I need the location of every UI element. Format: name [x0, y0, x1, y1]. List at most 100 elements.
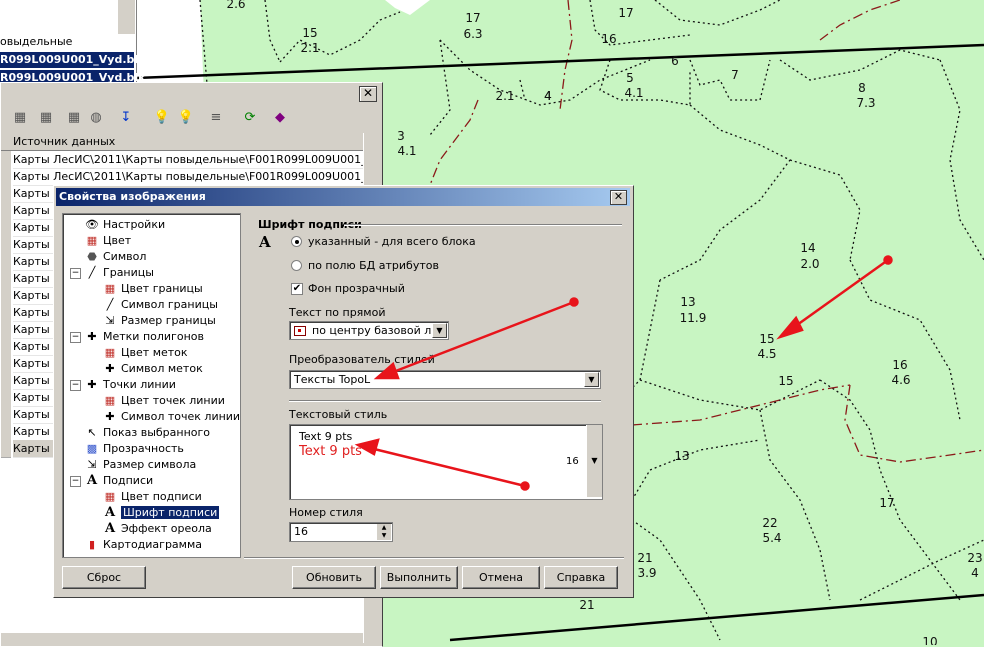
row-header[interactable]: [1, 185, 11, 203]
cross-icon: ✚: [105, 410, 115, 423]
tree-node[interactable]: ╱ Символ границы: [103, 297, 218, 313]
row-header[interactable]: [1, 372, 11, 390]
dialog-close-button[interactable]: ✕: [610, 190, 627, 205]
radio-specified[interactable]: [291, 236, 302, 247]
row-header[interactable]: [1, 321, 11, 339]
tree-expander[interactable]: −: [70, 476, 81, 487]
cancel-button[interactable]: Отмена: [462, 566, 540, 589]
text-style-preview[interactable]: Text 9 pts Text 9 pts 16 ▼: [289, 424, 603, 500]
row-header[interactable]: [1, 202, 11, 220]
text-style-dropdown-button[interactable]: ▼: [586, 425, 602, 497]
size-icon: ⇲: [87, 458, 97, 471]
tree-node[interactable]: ▦ Цвет меток: [103, 345, 188, 361]
radio-specified-label[interactable]: указанный - для всего блока: [308, 235, 476, 248]
refresh-icon[interactable]: ⟳: [241, 109, 259, 127]
layer-source-cell[interactable]: Карты ЛесИС\2011\Карты повыдельные\F001R…: [13, 168, 363, 186]
row-header[interactable]: [1, 406, 11, 424]
map-label: 16: [601, 32, 616, 46]
tree-node[interactable]: ⬣ Символ: [85, 249, 146, 265]
sort-icon[interactable]: ↧: [117, 109, 135, 127]
tree-node[interactable]: ▦ Цвет подписи: [103, 489, 202, 505]
center-line-icon: [294, 326, 306, 336]
transparency-icon: ▩: [86, 442, 98, 455]
bulb-on-icon[interactable]: 💡: [153, 109, 171, 127]
row-header[interactable]: [1, 236, 11, 254]
map-label: 17: [618, 6, 633, 20]
chevron-down-icon[interactable]: ▼: [584, 372, 599, 387]
help-button[interactable]: Справка: [544, 566, 618, 589]
row-header[interactable]: [1, 168, 11, 186]
tree-node[interactable]: ▩ Прозрачность: [85, 441, 184, 457]
tree-expander[interactable]: −: [70, 332, 81, 343]
refresh-button[interactable]: Обновить: [292, 566, 376, 589]
tree-node-label: Точки линии: [103, 378, 176, 391]
grid-icon[interactable]: ▦: [65, 109, 83, 127]
style-converter-select[interactable]: Тексты TopoL ▼: [289, 370, 601, 389]
pointer-icon: ↖: [87, 426, 97, 439]
row-header[interactable]: [1, 219, 11, 237]
tree-node[interactable]: 👁 Настройки: [85, 217, 165, 233]
row-header[interactable]: [1, 304, 11, 322]
stepper-down-icon[interactable]: ▼: [377, 532, 391, 540]
style-number-stepper[interactable]: 16 ▲ ▼: [289, 522, 393, 542]
tree-expander[interactable]: −: [70, 268, 81, 279]
row-header[interactable]: [1, 287, 11, 305]
row-header[interactable]: [1, 253, 11, 271]
reset-button[interactable]: Сброс: [62, 566, 146, 589]
checkbox-transparent-label[interactable]: Фон прозрачный: [308, 282, 405, 295]
tree-node[interactable]: A Эффект ореола: [103, 521, 212, 537]
text-on-line-value: по центру базовой л...: [312, 324, 442, 337]
font-icon: A: [86, 473, 98, 488]
row-header[interactable]: [1, 355, 11, 373]
tree-node[interactable]: A Подписи: [85, 473, 153, 489]
radio-by-field[interactable]: [291, 260, 302, 271]
palette-icon: ▦: [104, 490, 116, 503]
row-header[interactable]: [1, 389, 11, 407]
scrollbar[interactable]: [118, 0, 135, 34]
tree-expander[interactable]: −: [70, 380, 81, 391]
tree-node[interactable]: ✚ Символ точек линии: [103, 409, 240, 425]
column-header-source[interactable]: Источник данных: [13, 135, 115, 148]
row-header[interactable]: [1, 270, 11, 288]
stepper-up-icon[interactable]: ▲: [377, 524, 391, 532]
map-label: 17: [465, 11, 480, 25]
list-row-selected[interactable]: R099L009U001_Vyd.blk: [0, 52, 146, 68]
tree-node[interactable]: ▦ Цвет границы: [103, 281, 203, 297]
tree-node[interactable]: ⇲ Размер символа: [85, 457, 196, 473]
row-header[interactable]: [1, 440, 11, 458]
image-properties-dialog: Свойства изображения ✕ 👁 Настройки ▦ Цвет ⬣ С…: [53, 185, 634, 598]
sphere-icon[interactable]: ◍: [87, 109, 105, 127]
chevron-down-icon[interactable]: ▼: [432, 323, 447, 338]
list-row[interactable]: овыдельные: [0, 34, 72, 50]
map-label: 6: [671, 54, 679, 68]
tree-node[interactable]: ↖ Показ выбранного: [85, 425, 210, 441]
tree-node[interactable]: ✚ Метки полигонов: [85, 329, 204, 345]
palette-icon: ▦: [86, 234, 98, 247]
book-icon[interactable]: ◆: [271, 109, 289, 127]
dialog-title-bar[interactable]: Свойства изображения ✕: [56, 188, 630, 206]
row-header[interactable]: [1, 338, 11, 356]
layers-close-button[interactable]: ✕: [359, 86, 377, 102]
layer-source-cell[interactable]: Карты ЛесИС\2011\Карты повыдельные\F001R…: [13, 151, 363, 169]
tree-node[interactable]: A Шрифт подписи: [103, 505, 220, 521]
tree-node[interactable]: ▦ Цвет точек линии: [103, 393, 225, 409]
tree-node[interactable]: ✚ Символ меток: [103, 361, 202, 377]
layers-icon[interactable]: ≡: [207, 109, 225, 127]
tree-node[interactable]: ⇲ Размер границы: [103, 313, 215, 329]
tree-node[interactable]: ▮ Картодиаграмма: [85, 537, 202, 553]
radio-by-field-label[interactable]: по полю БД атрибутов: [308, 259, 439, 272]
bulb-off-icon[interactable]: 💡: [177, 109, 195, 127]
row-header[interactable]: [1, 423, 11, 441]
tree-node[interactable]: ╱ Границы: [85, 265, 154, 281]
tree-node-label: Эффект ореола: [121, 522, 212, 535]
apply-button[interactable]: Выполнить: [380, 566, 458, 589]
grid-header[interactable]: Источник данных: [1, 133, 363, 151]
checkbox-transparent[interactable]: ✔: [291, 283, 303, 295]
layer-tool-icon[interactable]: ▦: [37, 109, 55, 127]
tree-node[interactable]: ▦ Цвет: [85, 233, 131, 249]
row-header[interactable]: [1, 151, 11, 169]
tree-node-label: Размер символа: [103, 458, 197, 471]
layer-tool-icon[interactable]: ▦: [11, 109, 29, 127]
text-on-line-select[interactable]: по центру базовой л... ▼: [289, 321, 449, 340]
tree-node[interactable]: ✚ Точки линии: [85, 377, 176, 393]
